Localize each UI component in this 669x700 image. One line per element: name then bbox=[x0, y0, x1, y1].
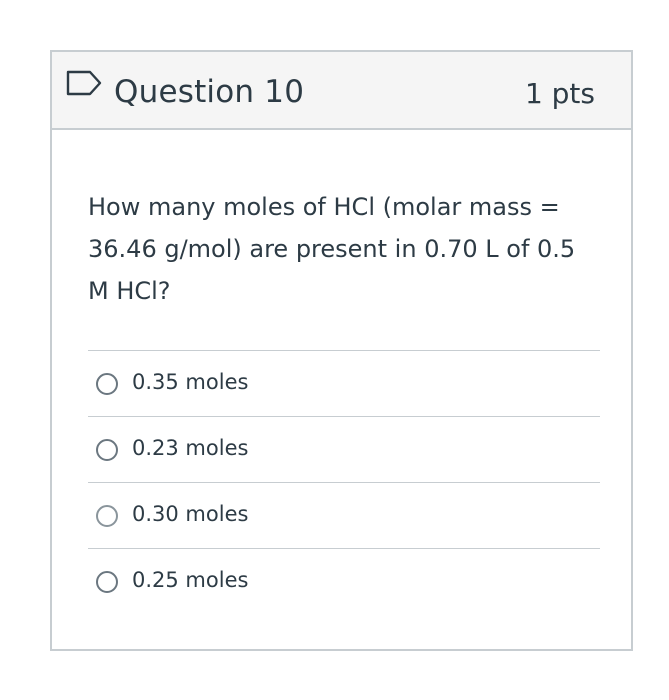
answer-option[interactable]: 0.35 moles bbox=[88, 350, 600, 416]
question-header: Question 10 1 pts bbox=[52, 52, 631, 130]
answer-label[interactable]: 0.25 moles bbox=[132, 565, 248, 595]
radio-button[interactable] bbox=[96, 571, 118, 593]
radio-button[interactable] bbox=[96, 439, 118, 461]
flag-outline-icon[interactable] bbox=[66, 70, 102, 100]
answer-option[interactable]: 0.23 moles bbox=[88, 416, 600, 482]
question-points: 1 pts bbox=[524, 77, 595, 110]
answer-label[interactable]: 0.35 moles bbox=[132, 367, 248, 397]
answer-option[interactable]: 0.30 moles bbox=[88, 482, 600, 548]
radio-button[interactable] bbox=[96, 373, 118, 395]
question-card: Question 10 1 pts How many moles of HCl … bbox=[50, 50, 633, 651]
answer-label[interactable]: 0.30 moles bbox=[132, 499, 248, 529]
answer-list: 0.35 moles 0.23 moles 0.30 moles 0.25 mo… bbox=[88, 350, 600, 614]
radio-button[interactable] bbox=[96, 505, 118, 527]
answer-option[interactable]: 0.25 moles bbox=[88, 548, 600, 614]
question-title: Question 10 bbox=[114, 74, 305, 110]
question-text: How many moles of HCl (molar mass = 36.4… bbox=[88, 193, 576, 305]
answer-label[interactable]: 0.23 moles bbox=[132, 433, 248, 463]
